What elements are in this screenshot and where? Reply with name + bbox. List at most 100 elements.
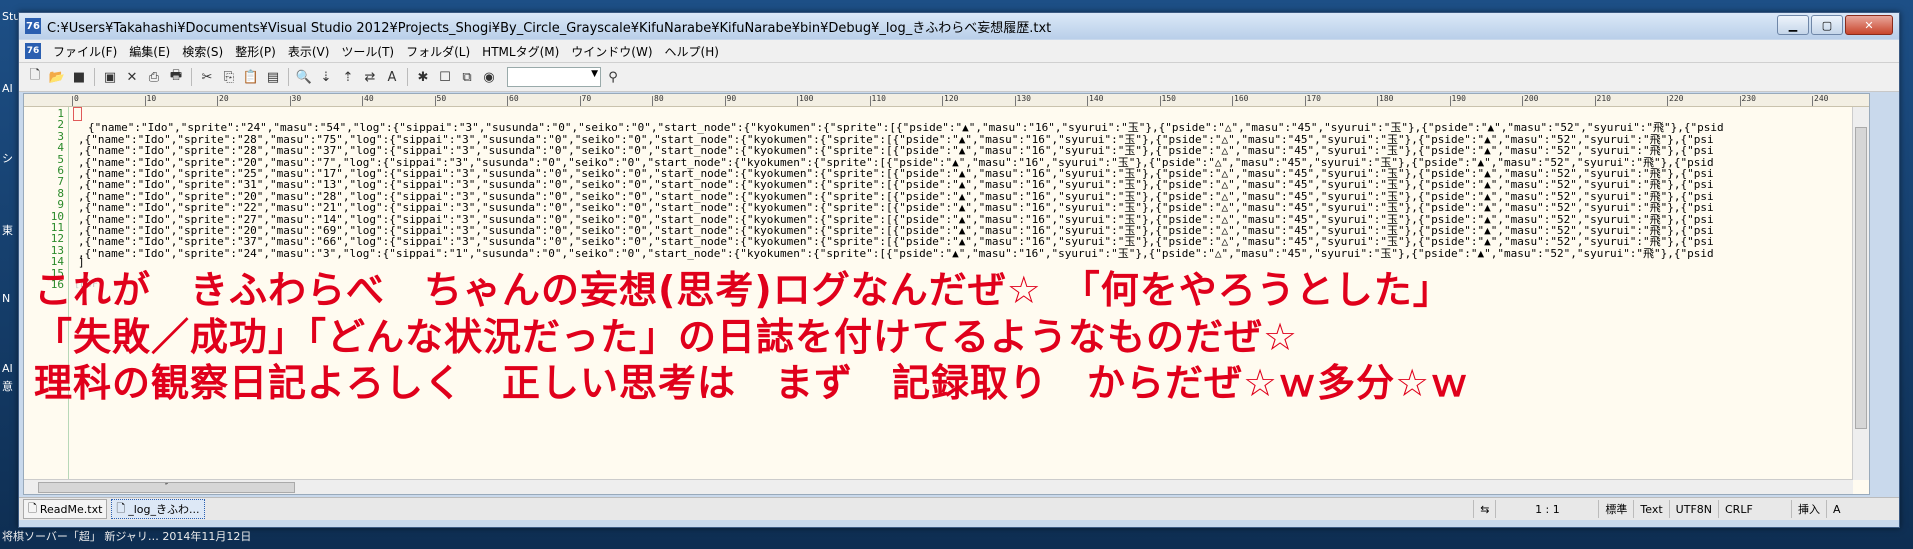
ruler-label: 90	[726, 94, 737, 103]
binoculars-icon[interactable]: ⚲	[603, 67, 623, 87]
tab-log-file[interactable]: 🗋 _log_きふわ...	[111, 499, 205, 519]
network-icon[interactable]: ⇆	[1473, 500, 1495, 518]
ruler-label: 10	[146, 94, 157, 103]
find-next-icon[interactable]: ⇣	[316, 67, 336, 87]
vertical-scroll-thumb[interactable]	[1855, 127, 1867, 429]
bookmark-icon[interactable]: ✱	[413, 67, 433, 87]
desktop-label[interactable]: N	[2, 292, 10, 305]
ruler-tick	[1014, 96, 1016, 106]
tab-readme[interactable]: 🗋 ReadMe.txt	[23, 499, 108, 519]
toolbar: 🗋 📂 ■ ▣ ✕ ⎙ 🖶 ✂ ⎘ 📋 ▤ 🔍 ⇣ ⇡ ⇄ A ✱ ☐ ⧉ ◉ …	[19, 63, 1899, 92]
search-icon[interactable]: 🔍	[294, 67, 314, 87]
new-file-icon[interactable]: 🗋	[25, 67, 45, 87]
menu-html-tag[interactable]: HTMLタグ(M)	[476, 43, 565, 60]
ruler-label: 230	[1741, 94, 1756, 103]
print-icon[interactable]: 🖶	[166, 67, 186, 87]
outline-icon[interactable]: ☐	[435, 67, 455, 87]
ruler-label: 70	[581, 94, 592, 103]
encoding-indicator[interactable]: UTF8N	[1668, 500, 1718, 518]
ruler-label: 220	[1669, 94, 1684, 103]
document-icon[interactable]: 76	[25, 43, 41, 59]
save-icon[interactable]: ■	[69, 67, 89, 87]
desktop-label[interactable]: AI	[2, 362, 13, 375]
ruler-label: 240	[1814, 94, 1829, 103]
ruler-tick	[1232, 96, 1233, 106]
ruler-label: 110	[871, 94, 886, 103]
ruler-tick	[434, 96, 436, 106]
vertical-scrollbar[interactable]	[1852, 107, 1869, 480]
preview-icon[interactable]: ⎙	[144, 67, 164, 87]
ruler-tick	[652, 96, 653, 106]
desktop-label[interactable]: 意	[2, 378, 13, 394]
font-icon[interactable]: A	[382, 67, 402, 87]
insert-mode-indicator[interactable]: 挿入	[1791, 500, 1826, 518]
maximize-button[interactable]: ▢	[1811, 15, 1843, 35]
desktop-label[interactable]: 東	[2, 222, 13, 238]
horizontal-scroll-thumb[interactable]: ″	[38, 482, 295, 493]
close-file-icon[interactable]: ✕	[122, 67, 142, 87]
desktop-label[interactable]: シ	[2, 150, 13, 166]
ruler-tick	[507, 96, 508, 106]
filetype-selector[interactable]: Text	[1633, 500, 1668, 518]
document-icon: 🗋	[116, 501, 126, 515]
menu-window[interactable]: ウインドウ(W)	[565, 43, 658, 60]
copy-icon[interactable]: ⎘	[219, 67, 239, 87]
ruler-tick	[217, 96, 218, 106]
menu-tools[interactable]: ツール(T)	[335, 43, 400, 60]
window-controls: ▁ ▢ ✕	[1777, 15, 1893, 35]
menu-bar: 76 ファイル(F) 編集(E) 検索(S) 整形(P) 表示(V) ツール(T…	[19, 40, 1899, 63]
menu-edit[interactable]: 編集(E)	[123, 43, 176, 60]
menu-search[interactable]: 検索(S)	[176, 43, 229, 60]
title-bar[interactable]: 76 C:¥Users¥Takahashi¥Documents¥Visual S…	[19, 13, 1899, 39]
horizontal-scrollbar[interactable]: ″	[24, 479, 1853, 494]
toolbar-separator	[191, 68, 192, 86]
desktop-label[interactable]: AI	[2, 82, 13, 95]
cursor	[73, 107, 82, 121]
ruler-tick	[724, 96, 726, 106]
document-icon: 🗋	[28, 501, 37, 515]
text-editor[interactable]: 0 10 20 30 40 50 60 70 80 90 100 110 120 130 140 150 160…	[23, 93, 1870, 495]
open-folder-icon[interactable]: 📂	[47, 67, 67, 87]
menu-format[interactable]: 整形(P)	[229, 43, 282, 60]
menu-view[interactable]: 表示(V)	[282, 43, 336, 60]
menu-file[interactable]: ファイル(F)	[47, 43, 123, 60]
tab-label: ReadMe.txt	[39, 502, 103, 516]
grid-icon[interactable]: ▤	[263, 67, 283, 87]
ruler-label: 130	[1016, 94, 1031, 103]
ruler-tick	[289, 96, 291, 106]
ruler-label: 150	[1161, 94, 1176, 103]
ime-indicator: A	[1826, 500, 1899, 518]
minimize-button[interactable]: ▁	[1777, 15, 1809, 35]
menu-folder[interactable]: フォルダ(L)	[400, 43, 476, 60]
ruler-label: 170	[1306, 94, 1321, 103]
mode-selector[interactable]: 標準	[1598, 500, 1633, 518]
web-icon[interactable]: ◉	[479, 67, 499, 87]
compare-icon[interactable]: ⧉	[457, 67, 477, 87]
ruler-label: 120	[944, 94, 959, 103]
chevron-down-icon[interactable]: ▼	[591, 69, 598, 79]
ruler-label: 40	[364, 94, 374, 103]
cut-icon[interactable]: ✂	[197, 67, 217, 87]
replace-icon[interactable]: ⇄	[360, 67, 380, 87]
line-ending-selector[interactable]: CRLF	[1718, 500, 1791, 518]
editor-window: 76 C:¥Users¥Takahashi¥Documents¥Visual S…	[18, 12, 1900, 528]
ruler-tick	[1812, 96, 1813, 106]
ruler-tick	[362, 96, 363, 106]
desktop-caption: 将棋ソーバー「超」 新ジャリ… 2014年11月12日	[2, 530, 252, 543]
menu-help[interactable]: ヘルプ(H)	[659, 43, 725, 60]
ruler-label: 60	[509, 94, 519, 103]
search-combo[interactable]: ▼	[507, 67, 601, 87]
sakura-app-icon[interactable]: 76	[25, 18, 41, 34]
close-button[interactable]: ✕	[1845, 15, 1893, 35]
save-all-icon[interactable]: ▣	[100, 67, 120, 87]
ruler-label: 140	[1089, 94, 1104, 103]
ruler-tick	[797, 96, 798, 106]
column-ruler: 0 10 20 30 40 50 60 70 80 90 100 110 120 130 140 150 160…	[24, 94, 1869, 107]
ruler-tick	[579, 96, 581, 106]
find-prev-icon[interactable]: ⇡	[338, 67, 358, 87]
ruler-label: 30	[291, 94, 302, 103]
toolbar-separator	[94, 68, 95, 86]
paste-icon[interactable]: 📋	[241, 67, 261, 87]
caret-position: 1 : 1	[1495, 500, 1598, 518]
ruler-tick	[1304, 96, 1306, 106]
